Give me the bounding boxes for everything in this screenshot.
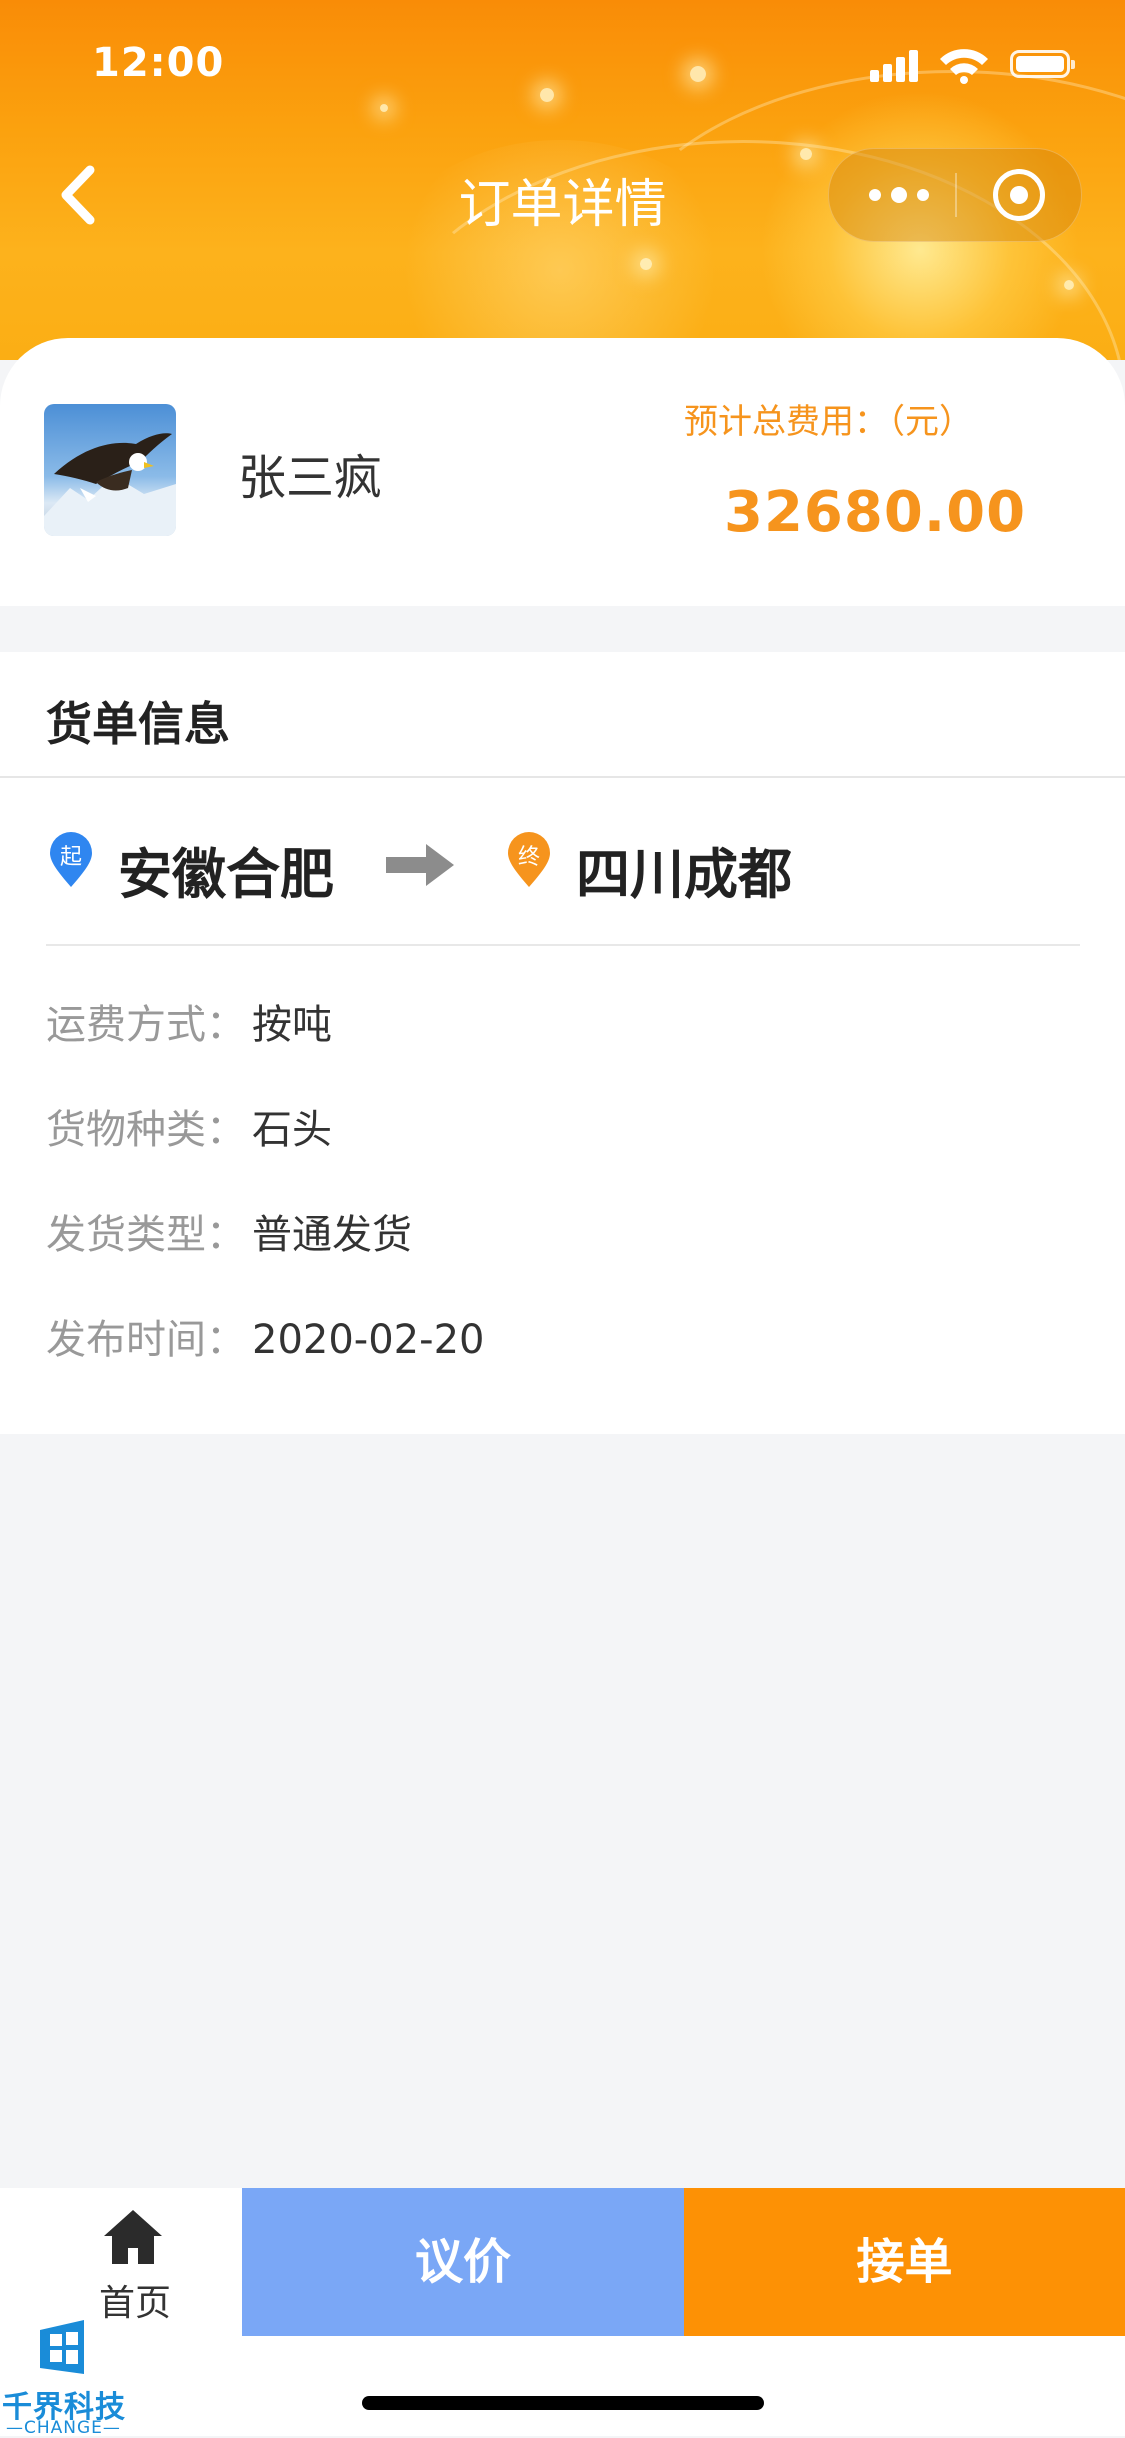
avatar (44, 404, 176, 536)
more-dots-icon[interactable] (869, 183, 939, 207)
route-row: 起 安徽合肥 终 四川成都 (0, 778, 1125, 946)
bottom-safe-area (0, 2336, 1125, 2436)
bottom-action-bar: 首页 议价 接单 (0, 2188, 1125, 2336)
home-indicator (362, 2396, 764, 2410)
close-target-icon[interactable] (993, 169, 1045, 221)
detail-value: 普通发货 (252, 1212, 412, 1258)
sparkle (1064, 280, 1074, 290)
watermark-logo: 千界科技 —CHANGE— (0, 2318, 130, 2438)
detail-row-cargo-type: 货物种类： 石头 (46, 1097, 332, 1157)
detail-value: 按吨 (252, 1002, 332, 1048)
sparkle (800, 148, 812, 160)
detail-label: 运费方式： (46, 1002, 246, 1048)
home-icon (104, 2210, 162, 2264)
status-bar: 12:00 (0, 0, 1125, 132)
waybill-details: 起 安徽合肥 终 四川成都 运费方式： 按吨 货物种类： 石头 发货类型： 普通发货 … (0, 778, 1125, 1434)
end-badge: 终 (517, 845, 540, 870)
accept-order-button[interactable]: 接单 (684, 2188, 1125, 2336)
home-tab[interactable]: 首页 (0, 2188, 242, 2336)
cellular-signal-icon (870, 48, 922, 82)
wifi-icon (940, 49, 988, 84)
detail-row-shipping-type: 发货类型： 普通发货 (46, 1202, 412, 1262)
start-city: 安徽合肥 (118, 843, 334, 906)
detail-value: 2020-02-20 (252, 1317, 485, 1363)
mini-program-capsule (828, 148, 1082, 242)
end-city: 四川成都 (576, 843, 792, 906)
watermark-en: —CHANGE— (6, 2418, 121, 2438)
divider (46, 944, 1080, 946)
capsule-divider (955, 173, 957, 217)
profile-card: 张三疯 预计总费用：（元） 32680.00 (0, 338, 1125, 606)
eagle-image (44, 433, 176, 536)
fee-label: 预计总费用：（元） (684, 402, 973, 442)
detail-row-freight-method: 运费方式： 按吨 (46, 992, 332, 1052)
start-location-pin-icon: 起 (48, 832, 94, 888)
sparkle (640, 258, 652, 270)
start-badge: 起 (59, 845, 82, 870)
end-location-pin-icon: 终 (506, 832, 552, 888)
section-title: 货单信息 (46, 697, 230, 751)
windows-logo-icon (40, 2320, 84, 2374)
detail-value: 石头 (252, 1107, 332, 1153)
user-name: 张三疯 (238, 450, 383, 506)
detail-row-publish-time: 发布时间： 2020-02-20 (46, 1307, 484, 1367)
battery-icon (1010, 50, 1075, 78)
bargain-button[interactable]: 议价 (242, 2188, 684, 2336)
detail-label: 发货类型： (46, 1212, 246, 1258)
status-time: 12:00 (92, 40, 225, 86)
arrow-right-icon (386, 844, 454, 886)
section-header: 货单信息 (0, 652, 1125, 778)
detail-label: 发布时间： (46, 1317, 246, 1363)
fee-amount: 32680.00 (724, 480, 1027, 545)
detail-label: 货物种类： (46, 1107, 246, 1153)
